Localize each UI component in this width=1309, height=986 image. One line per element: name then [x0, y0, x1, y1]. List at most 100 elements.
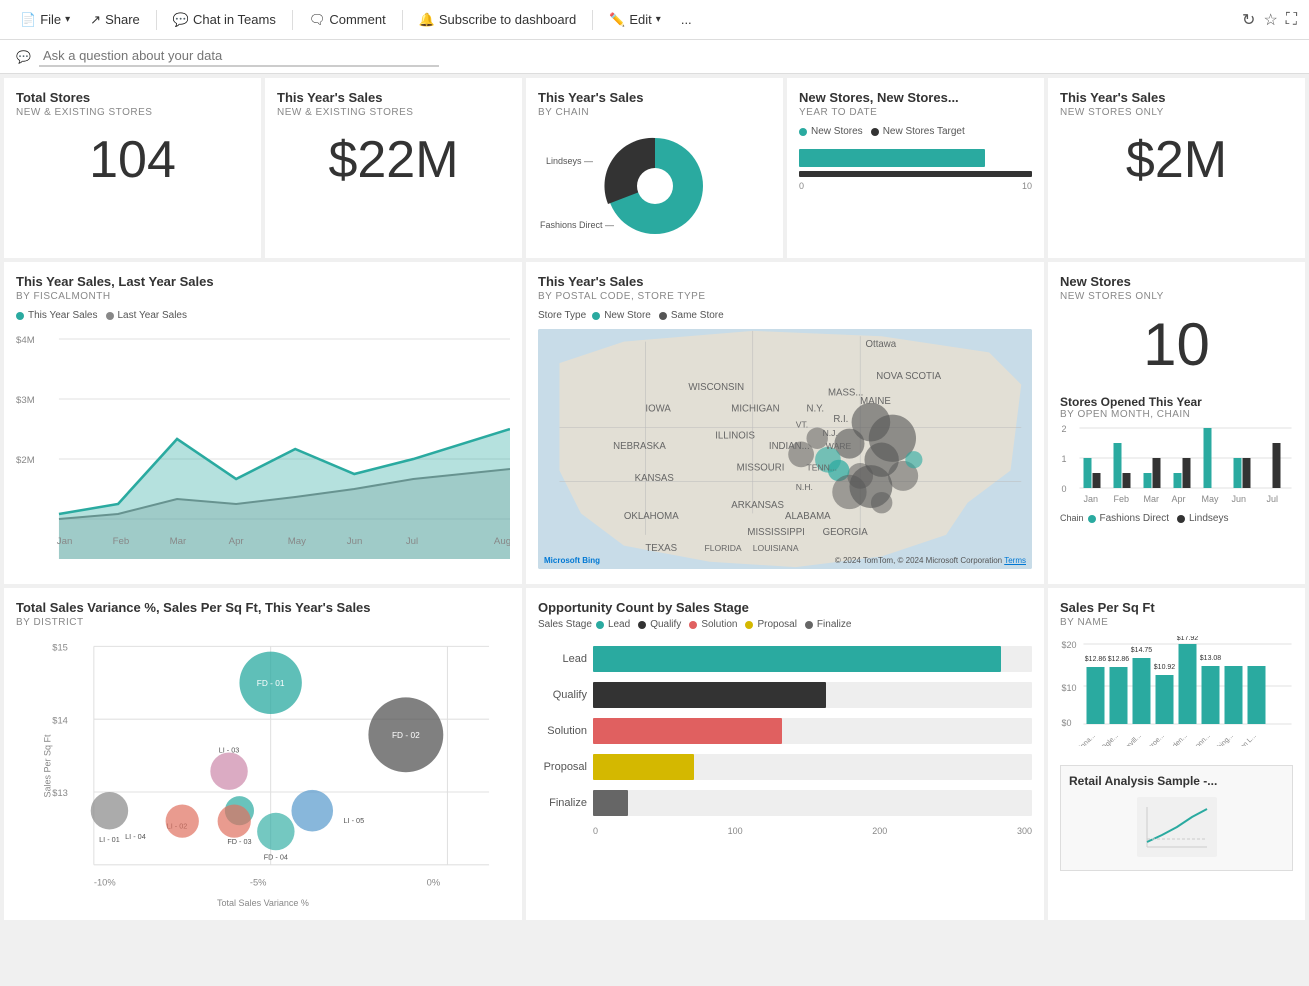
opp-bar-proposal: Proposal	[538, 754, 1032, 780]
svg-text:Jan: Jan	[57, 536, 73, 546]
pie-chart: Lindseys — Fashions Direct —	[538, 126, 771, 246]
svg-text:TENN...: TENN...	[806, 462, 837, 472]
card-new-stores-only[interactable]: This Year's Sales NEW STORES ONLY $2M	[1048, 78, 1305, 258]
sqft-svg: $20 $10 $0 $12.86 $12.86 $14.75 $10.92 $…	[1060, 636, 1293, 746]
opp-x-axis: 0 100 200 300	[538, 826, 1032, 836]
opp-bar-finalize: Finalize	[538, 790, 1032, 816]
svg-text:LI - 05: LI - 05	[344, 816, 365, 825]
svg-text:ALABAMA: ALABAMA	[785, 511, 831, 522]
svg-text:WISCONSIN: WISCONSIN	[688, 382, 744, 393]
svg-text:$17.92: $17.92	[1177, 636, 1199, 642]
svg-text:Washing...: Washing...	[1207, 732, 1235, 746]
svg-text:Wilson L...: Wilson L...	[1230, 732, 1258, 746]
svg-text:NOVA SCOTIA: NOVA SCOTIA	[876, 371, 941, 382]
svg-text:LI - 03: LI - 03	[219, 745, 240, 754]
y-label-2m: $2M	[16, 455, 35, 465]
map-legend: Store Type New Store Same Store	[538, 310, 1032, 321]
topnav-right: ↻ ☆ ⛶	[1242, 10, 1297, 30]
edit-button[interactable]: ✏️ Edit ▾	[601, 8, 669, 32]
svg-text:OKLAHOMA: OKLAHOMA	[624, 511, 679, 522]
ytd-bars: 0 10	[799, 149, 1032, 191]
card-line-chart[interactable]: This Year Sales, Last Year Sales BY FISC…	[4, 262, 522, 584]
more-button[interactable]: ...	[673, 8, 700, 31]
card-this-year-chain[interactable]: This Year's Sales BY CHAIN Lindseys — Fa…	[526, 78, 783, 258]
edit-icon: ✏️	[609, 12, 625, 28]
card-opportunity[interactable]: Opportunity Count by Sales Stage Sales S…	[526, 588, 1044, 920]
card-new-stores-ytd[interactable]: New Stores, New Stores... YEAR TO DATE N…	[787, 78, 1044, 258]
svg-text:ARKANSAS: ARKANSAS	[731, 500, 784, 511]
opp-bars: Lead Qualify Solution Prop	[538, 646, 1032, 816]
svg-text:Feb: Feb	[113, 536, 130, 546]
comment-icon: 🗨	[309, 12, 326, 28]
svg-text:0: 0	[1062, 484, 1067, 494]
map-visual: IOWA NEBRASKA KANSAS OKLAHOMA TEXAS MICH…	[538, 329, 1032, 569]
svg-text:ILLINOIS: ILLINOIS	[715, 430, 755, 441]
refresh-icon[interactable]: ↻	[1242, 10, 1255, 30]
card-map[interactable]: This Year's Sales BY POSTAL CODE, STORE …	[526, 262, 1044, 584]
svg-text:Jun: Jun	[347, 536, 363, 546]
file-menu[interactable]: 📄 File ▾	[12, 8, 78, 32]
svg-text:Feb: Feb	[1114, 494, 1130, 504]
y-axis-label: Sales Per Sq Ft	[43, 734, 53, 797]
svg-text:$14.75: $14.75	[1131, 647, 1153, 654]
svg-text:$0: $0	[1062, 718, 1072, 728]
card-this-year-sales[interactable]: This Year's Sales NEW & EXISTING STORES …	[265, 78, 522, 258]
svg-text:IOWA: IOWA	[645, 403, 671, 414]
separator4	[592, 10, 593, 30]
share-button[interactable]: ↗ Share	[82, 8, 148, 32]
svg-text:$12.86: $12.86	[1085, 656, 1107, 663]
separator2	[292, 10, 293, 30]
svg-text:-5%: -5%	[250, 878, 267, 888]
svg-text:Apr: Apr	[229, 536, 244, 546]
qa-input[interactable]	[39, 46, 439, 67]
new-stores-target-dot	[871, 128, 879, 136]
chevron-down-icon2: ▾	[656, 14, 661, 25]
qa-bar: 💬	[0, 40, 1309, 74]
fullscreen-icon[interactable]: ⛶	[1286, 11, 1297, 29]
chart-label-fashions: Fashions Direct —	[540, 220, 614, 230]
svg-text:Mar: Mar	[170, 536, 187, 546]
svg-text:$10.92: $10.92	[1154, 664, 1176, 671]
chevron-down-icon: ▾	[65, 14, 70, 25]
card-sales-sqft[interactable]: Sales Per Sq Ft BY NAME $20 $10 $0 $12.8…	[1048, 588, 1305, 920]
svg-text:MISSOURI: MISSOURI	[737, 462, 785, 473]
card-total-stores[interactable]: Total Stores NEW & EXISTING STORES 104	[4, 78, 261, 258]
svg-text:$12.86: $12.86	[1108, 656, 1130, 663]
stores-opened-chart: 2 1 0	[1060, 420, 1293, 510]
svg-text:0%: 0%	[427, 878, 441, 888]
comment-button[interactable]: 🗨 Comment	[301, 8, 394, 32]
dashboard: Total Stores NEW & EXISTING STORES 104 T…	[0, 74, 1309, 924]
svg-text:Knoxvill...: Knoxvill...	[1117, 732, 1143, 746]
bookmark-icon[interactable]: ☆	[1263, 10, 1277, 30]
retail-sample-card[interactable]: Retail Analysis Sample -...	[1060, 765, 1293, 871]
svg-text:INDIAN...: INDIAN...	[769, 441, 810, 452]
svg-text:$13.08: $13.08	[1200, 655, 1222, 662]
svg-text:Sharonn...: Sharonn...	[1184, 732, 1212, 746]
ytd-legend: New Stores New Stores Target	[799, 126, 1032, 137]
map-attribution: © 2024 TomTom, © 2024 Microsoft Corporat…	[835, 556, 1026, 565]
retail-thumbnail	[1069, 792, 1284, 862]
svg-text:FD - 04: FD - 04	[264, 853, 288, 862]
chat-in-teams-button[interactable]: 💬 Chat in Teams	[165, 8, 284, 32]
svg-text:LI - 04: LI - 04	[125, 832, 146, 841]
new-store-dot	[592, 312, 600, 320]
svg-text:$20: $20	[1062, 640, 1077, 650]
svg-text:Jul: Jul	[1267, 494, 1279, 504]
teams-icon: 💬	[173, 12, 189, 28]
svg-text:Jun: Jun	[1232, 494, 1247, 504]
svg-text:MISSISSIPPI: MISSISSIPPI	[747, 527, 804, 538]
subscribe-button[interactable]: 🔔 Subscribe to dashboard	[411, 8, 585, 32]
svg-text:May: May	[1202, 494, 1220, 504]
legend-new-stores: New Stores	[799, 126, 863, 137]
new-stores-number: 10	[1060, 310, 1293, 379]
new-stores-dot	[799, 128, 807, 136]
opp-bar-lead: Lead	[538, 646, 1032, 672]
ytd-x-axis: 0 10	[799, 181, 1032, 191]
card-bubble[interactable]: Total Sales Variance %, Sales Per Sq Ft,…	[4, 588, 522, 920]
svg-text:Ottawa: Ottawa	[866, 339, 897, 350]
svg-text:FLORIDA: FLORIDA	[704, 543, 741, 553]
svg-text:FD - 02: FD - 02	[392, 730, 420, 740]
card-new-stores-num[interactable]: New Stores NEW STORES ONLY 10 Stores Ope…	[1048, 262, 1305, 584]
svg-text:1: 1	[1062, 454, 1067, 464]
qa-icon: 💬	[16, 50, 31, 64]
